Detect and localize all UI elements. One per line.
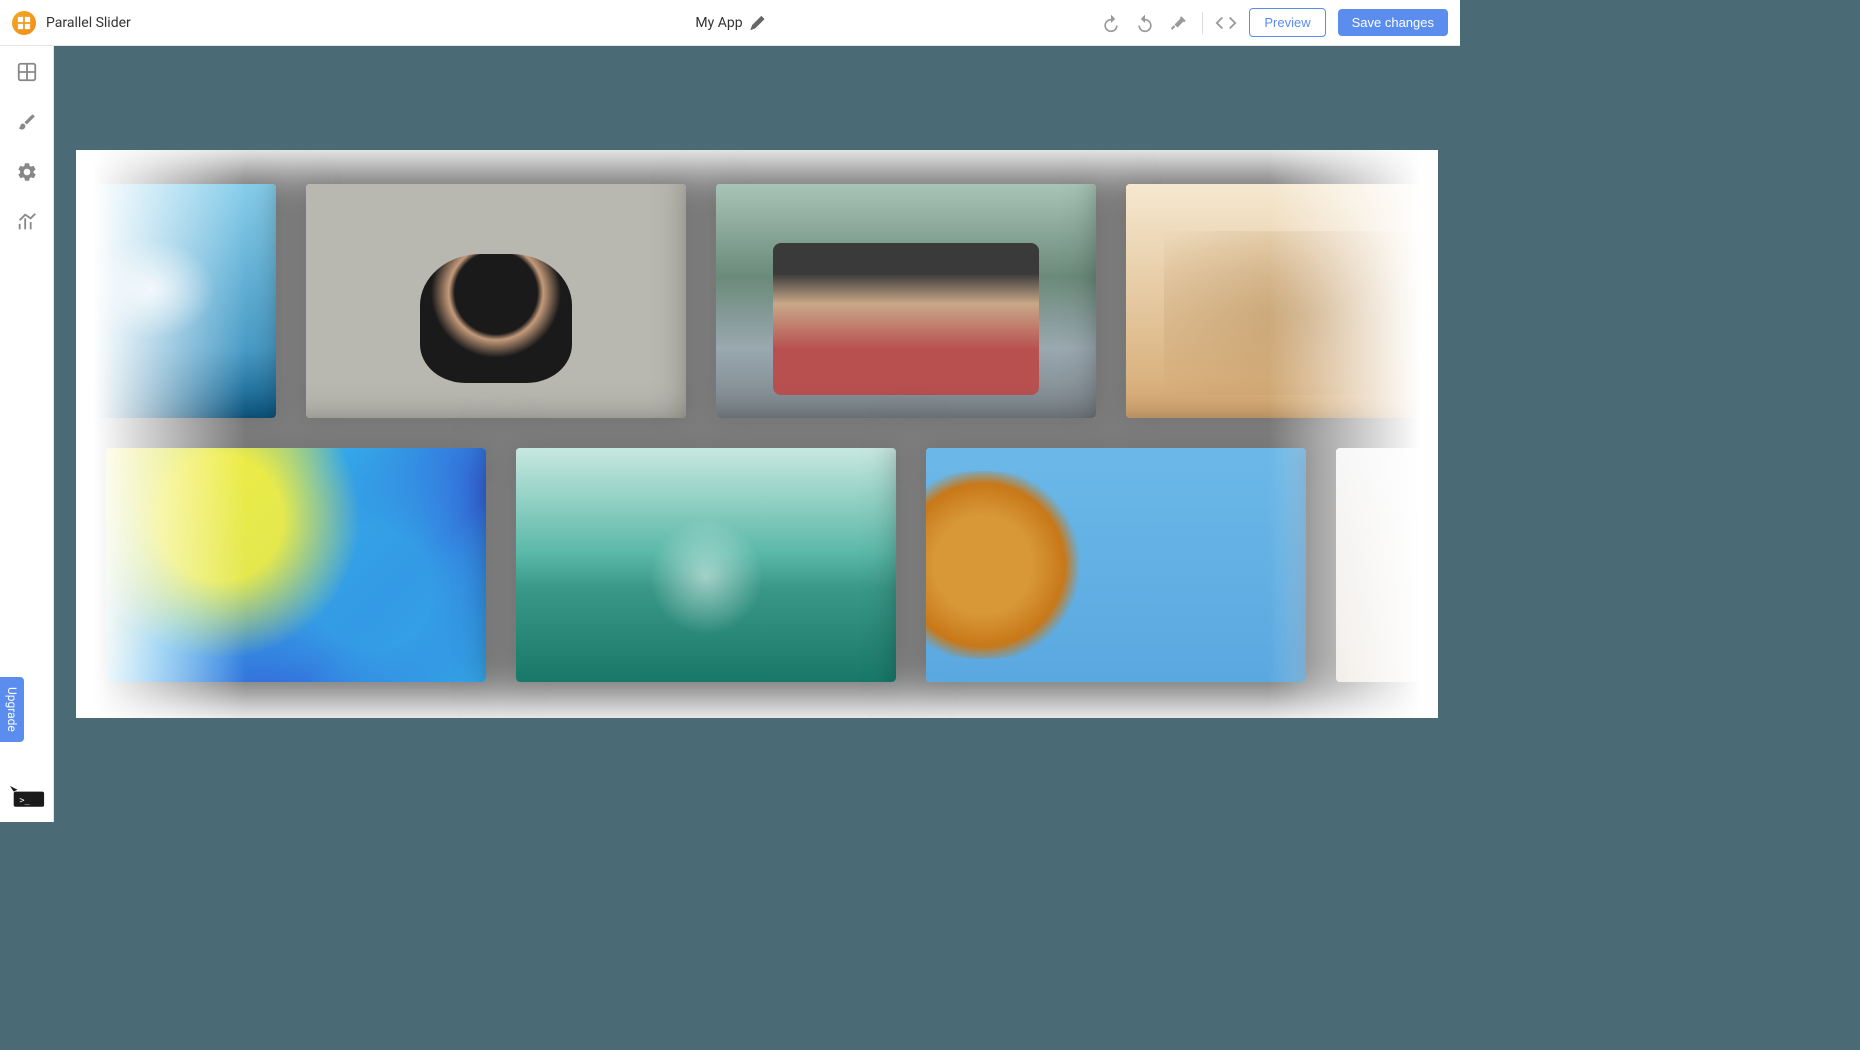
slide-image: [1126, 184, 1438, 418]
grid-icon[interactable]: [15, 60, 39, 84]
top-bar: Parallel Slider My App Preview Save chan…: [0, 0, 1460, 46]
divider: [1202, 12, 1203, 34]
app-title: My App: [695, 15, 742, 31]
terminal-badge-icon[interactable]: >_: [8, 784, 46, 808]
slide-swing[interactable]: [76, 184, 276, 418]
page-label: Parallel Slider: [46, 15, 131, 31]
brush-icon[interactable]: [15, 110, 39, 134]
slide-holi[interactable]: [106, 448, 486, 682]
parallel-slider-widget[interactable]: [76, 150, 1438, 718]
undo-icon[interactable]: [1100, 12, 1122, 34]
slide-image: [306, 184, 686, 418]
gear-icon[interactable]: [15, 160, 39, 184]
slide-image: [716, 184, 1096, 418]
slide-group[interactable]: [1126, 184, 1438, 418]
redo-icon[interactable]: [1134, 12, 1156, 34]
svg-text:>_: >_: [19, 796, 30, 806]
preview-button[interactable]: Preview: [1249, 8, 1325, 37]
slide-surf[interactable]: [516, 448, 896, 682]
slide-image: [1336, 448, 1438, 682]
slide-image: [926, 448, 1306, 682]
slider-row-2: [106, 448, 1438, 682]
slide-image: [106, 448, 486, 682]
slide-dog[interactable]: [306, 184, 686, 418]
slide-beach[interactable]: [1336, 448, 1438, 682]
slide-image: [516, 448, 896, 682]
upgrade-button[interactable]: Upgrade: [0, 677, 24, 742]
app-logo-icon[interactable]: [12, 11, 36, 35]
canvas-area[interactable]: [54, 46, 1460, 822]
slide-ride[interactable]: [926, 448, 1306, 682]
slider-row-1: [76, 184, 1438, 418]
top-right-controls: Preview Save changes: [1100, 8, 1448, 37]
slide-car[interactable]: [716, 184, 1096, 418]
left-rail: Upgrade >_: [0, 46, 54, 822]
analytics-icon[interactable]: [15, 210, 39, 234]
save-changes-button[interactable]: Save changes: [1338, 9, 1448, 36]
main-wrap: Upgrade >_: [0, 46, 1460, 822]
hammer-icon[interactable]: [1168, 12, 1190, 34]
edit-title-icon[interactable]: [751, 16, 765, 30]
code-icon[interactable]: [1215, 12, 1237, 34]
slide-image: [76, 184, 276, 418]
app-title-group: My App: [695, 15, 764, 31]
